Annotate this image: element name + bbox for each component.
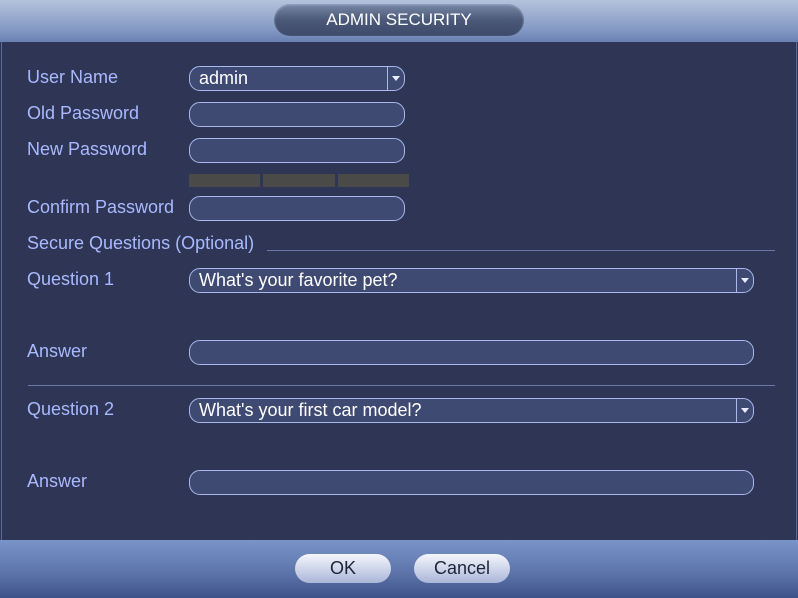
- footer-bar: [0, 540, 798, 598]
- window-title: ADMIN SECURITY: [274, 4, 524, 36]
- password-strength-segment-3: [338, 174, 409, 187]
- secure-questions-label: Secure Questions (Optional): [27, 233, 255, 253]
- question-divider: [28, 385, 775, 386]
- user-name-label: User Name: [27, 67, 119, 87]
- question2-label: Question 2: [27, 399, 115, 419]
- confirm-password-label: Confirm Password: [27, 197, 175, 217]
- chevron-down-icon[interactable]: [387, 67, 404, 90]
- old-password-label: Old Password: [27, 103, 140, 123]
- old-password-field[interactable]: [189, 102, 405, 127]
- new-password-field[interactable]: [189, 138, 405, 163]
- answer1-field[interactable]: [189, 340, 754, 365]
- user-name-select[interactable]: admin: [189, 66, 405, 91]
- question1-value: What's your favorite pet?: [199, 270, 398, 290]
- confirm-password-field[interactable]: [189, 196, 405, 221]
- section-divider: [267, 250, 775, 251]
- question2-select[interactable]: What's your first car model?: [189, 398, 754, 423]
- user-name-value: admin: [199, 68, 249, 88]
- ok-button[interactable]: OK: [295, 554, 391, 583]
- answer2-field[interactable]: [189, 470, 754, 495]
- password-strength-segment-2: [263, 174, 335, 187]
- answer1-label: Answer: [27, 341, 88, 361]
- cancel-button[interactable]: Cancel: [414, 554, 510, 583]
- chevron-down-icon[interactable]: [736, 269, 753, 292]
- new-password-label: New Password: [27, 139, 148, 159]
- question2-value: What's your first car model?: [199, 400, 422, 420]
- chevron-down-icon[interactable]: [736, 399, 753, 422]
- answer2-label: Answer: [27, 471, 88, 491]
- question1-label: Question 1: [27, 269, 115, 289]
- password-strength-segment-1: [189, 174, 260, 187]
- question1-select[interactable]: What's your favorite pet?: [189, 268, 754, 293]
